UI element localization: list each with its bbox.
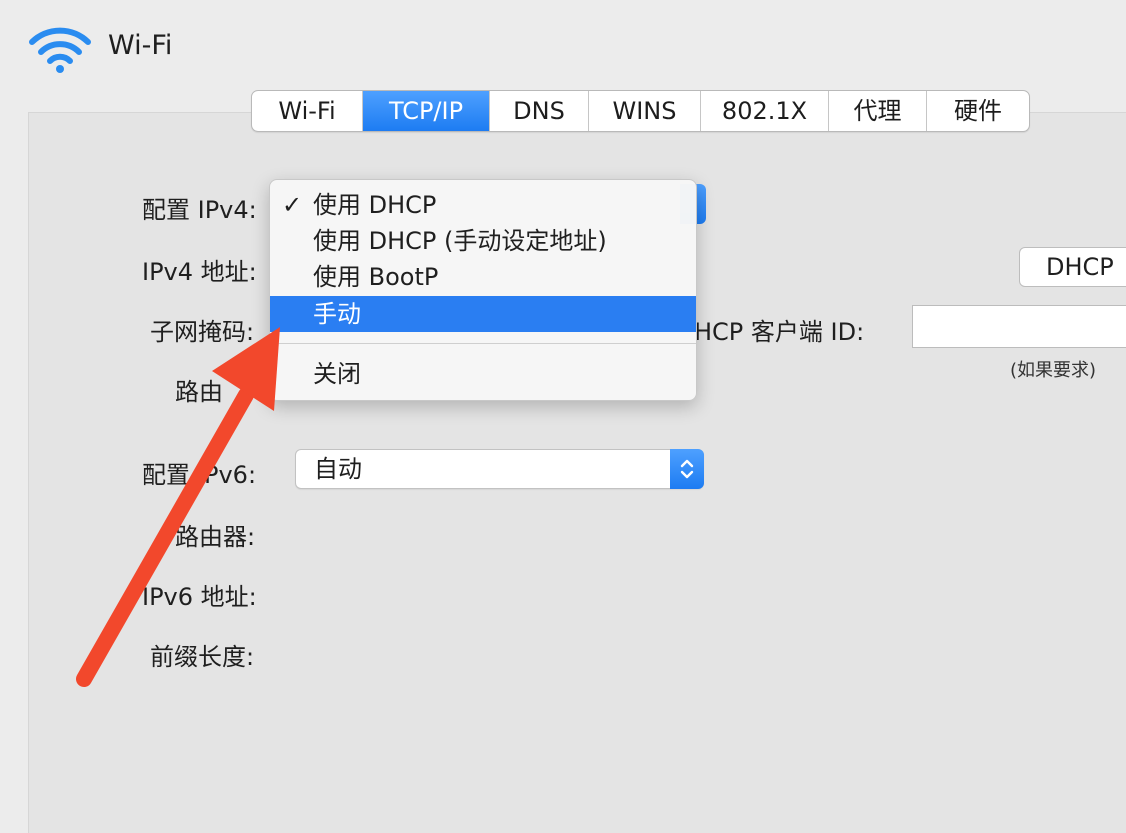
router-label-colon: :	[245, 378, 254, 406]
tab-dns[interactable]: DNS	[490, 91, 589, 131]
subnet-mask-label: 子网掩码:	[150, 318, 255, 346]
dhcp-client-id-note: (如果要求)	[1010, 360, 1097, 381]
tab-wins[interactable]: WINS	[589, 91, 701, 131]
settings-tab-bar: Wi-Fi TCP/IP DNS WINS 802.1X 代理 硬件	[251, 90, 1030, 132]
configure-ipv6-value: 自动	[314, 455, 362, 483]
configure-ipv4-menu: ✓ 使用 DHCP 使用 DHCP (手动设定地址) 使用 BootP 手动 关…	[269, 179, 697, 401]
router-label-text: 路由	[175, 378, 223, 406]
tab-tcpip[interactable]: TCP/IP	[363, 91, 490, 131]
tab-8021x[interactable]: 802.1X	[701, 91, 829, 131]
menu-item-label: 手动	[313, 300, 361, 328]
dhcp-client-id-label: HCP 客户端 ID:	[694, 318, 865, 346]
configure-ipv6-label: 配置 Pv6:	[142, 455, 256, 490]
ipv6-router-label: 路由器:	[175, 523, 256, 551]
tab-proxy[interactable]: 代理	[829, 91, 927, 131]
dhcp-client-id-field[interactable]	[912, 305, 1126, 348]
menu-item-label: 使用 BootP	[313, 263, 439, 291]
ipv6-address-label: IPv6 地址:	[142, 583, 257, 611]
prefix-length-label: 前缀长度:	[150, 643, 255, 671]
menu-item-label: 关闭	[313, 360, 361, 388]
checkmark-icon: ✓	[282, 191, 303, 219]
menu-item-dhcp[interactable]: ✓ 使用 DHCP	[270, 187, 696, 223]
menu-item-label: 使用 DHCP	[313, 191, 437, 219]
menu-item-off[interactable]: 关闭	[270, 356, 696, 392]
menu-item-label: 使用 DHCP (手动设定地址)	[313, 227, 607, 255]
configure-ipv6-label-prefix: 配置	[142, 461, 190, 489]
tab-hardware[interactable]: 硬件	[927, 91, 1029, 131]
up-down-chevron-icon[interactable]	[670, 449, 704, 489]
menu-separator	[270, 343, 696, 344]
router-label: 路由:	[175, 372, 253, 407]
renew-dhcp-button[interactable]: DHCP	[1019, 247, 1126, 287]
wifi-icon	[29, 27, 91, 73]
configure-ipv4-label: 配置 IPv4:	[142, 196, 257, 224]
menu-item-dhcp-manual-address[interactable]: 使用 DHCP (手动设定地址)	[270, 223, 696, 259]
tab-wifi[interactable]: Wi-Fi	[252, 91, 363, 131]
menu-item-manual[interactable]: 手动	[270, 296, 696, 332]
configure-ipv6-select[interactable]: 自动	[295, 449, 704, 489]
menu-item-bootp[interactable]: 使用 BootP	[270, 259, 696, 295]
ipv4-address-label: IPv4 地址:	[142, 258, 257, 286]
window-title: Wi-Fi	[108, 30, 173, 61]
configure-ipv6-label-suffix: Pv6:	[204, 461, 257, 489]
